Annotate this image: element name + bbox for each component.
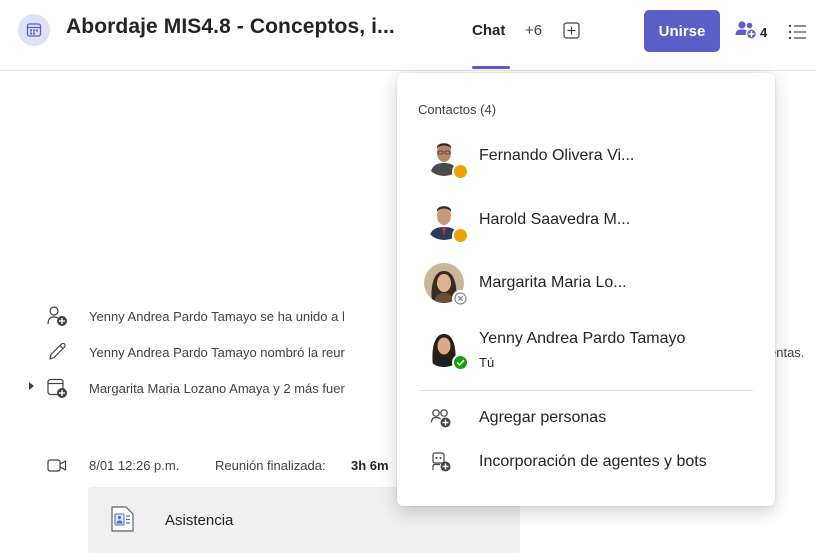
meeting-status-label: Reunión finalizada: [215,458,326,473]
contact-subtitle: Tú [479,355,495,370]
add-people-label: Agregar personas [479,409,607,426]
people-icon [734,20,758,45]
contact-name: Yenny Andrea Pardo Tamayo [479,330,686,347]
divider [419,390,753,391]
chat-event-text: Yenny Andrea Pardo Tamayo nombró la reur [89,345,345,360]
contact-item[interactable]: Yenny Andrea Pardo Tamayo Tú [397,327,775,387]
participant-count: 4 [760,24,768,40]
chat-event-text: Yenny Andrea Pardo Tamayo se ha unido a … [89,309,345,324]
meeting-timestamp: 8/01 12:26 p.m. [89,458,180,473]
calendar-add-icon [46,377,68,399]
presence-away-icon [452,227,469,244]
bot-add-icon [430,451,452,473]
meeting-duration: 3h 6m [351,458,389,473]
meeting-title[interactable]: Abordaje MIS4.8 - Conceptos, i... [66,15,395,39]
calendar-icon [18,14,50,46]
presence-offline-icon [452,290,469,307]
expand-caret-icon[interactable] [29,382,34,390]
contact-item[interactable]: Margarita Maria Lo... [397,263,775,323]
tab-chat[interactable]: Chat [472,22,505,39]
contacts-popup: Contactos (4) Fernando Olivera Vi... Har… [397,73,775,506]
contact-item[interactable]: Harold Saavedra M... [397,200,775,260]
contact-name: Harold Saavedra M... [479,211,631,228]
video-camera-icon [46,455,68,477]
join-button[interactable]: Unirse [644,10,720,52]
chat-event-text: Margarita Maria Lozano Amaya y 2 más fue… [89,381,345,396]
add-tab-icon[interactable] [562,21,580,39]
active-tab-indicator [472,66,510,69]
add-agents-bots-button[interactable]: Incorporación de agentes y bots [397,448,775,478]
participants-button[interactable]: 4 [734,20,767,44]
attendance-label: Asistencia [165,512,234,529]
add-people-button[interactable]: Agregar personas [397,404,775,434]
person-add-icon [430,407,452,429]
presence-available-icon [452,354,469,371]
more-tabs-button[interactable]: +6 [525,22,542,39]
add-agents-bots-label: Incorporación de agentes y bots [479,453,707,470]
person-add-icon [46,305,68,327]
presence-away-icon [452,163,469,180]
list-icon[interactable] [787,22,807,42]
attendance-report-icon [108,504,138,534]
meeting-header: Abordaje MIS4.8 - Conceptos, i... Chat +… [0,0,816,71]
contact-item[interactable]: Fernando Olivera Vi... [397,136,775,196]
contacts-heading: Contactos (4) [418,102,497,117]
contact-name: Margarita Maria Lo... [479,274,627,291]
contact-name: Fernando Olivera Vi... [479,147,635,164]
pencil-icon [46,341,68,363]
